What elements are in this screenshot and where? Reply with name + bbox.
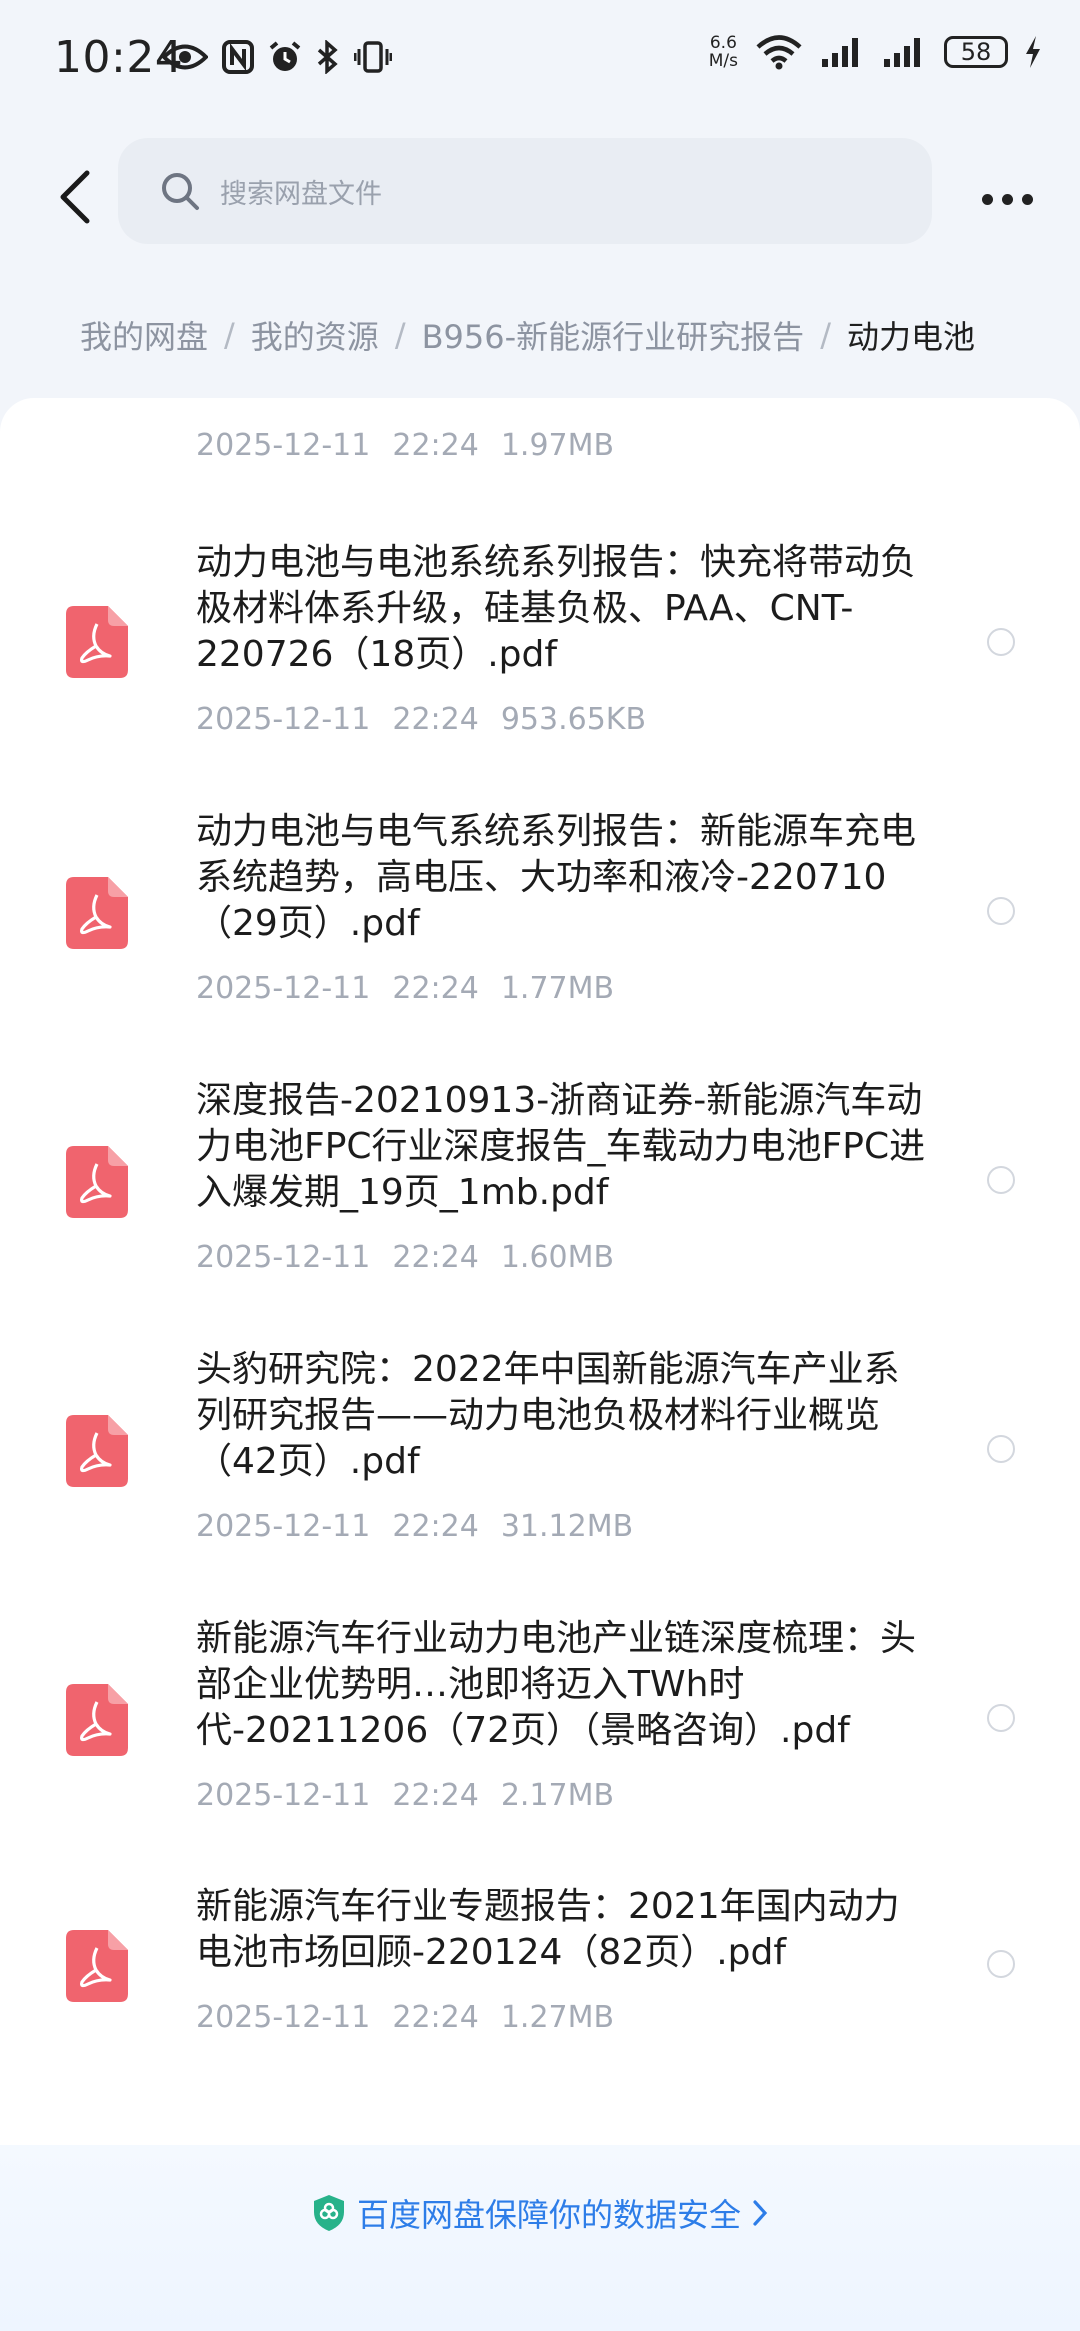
file-name: 动力电池与电池系统系列报告：快充将带动负极材料体系升级，硅基负极、PAA、CNT… (196, 542, 917, 675)
signal-icon (822, 38, 858, 67)
status-icons-left (162, 40, 392, 74)
breadcrumb-current: 动力电池 (846, 318, 975, 356)
pdf-file-icon (66, 877, 128, 949)
more-options-button[interactable] (970, 164, 1044, 234)
back-button[interactable] (40, 162, 110, 232)
search-input[interactable]: 搜索网盘文件 (118, 138, 932, 244)
top-bar: 搜索网盘文件 (0, 124, 1080, 274)
charging-icon (1026, 36, 1040, 68)
file-row[interactable]: 深度报告-20210913-浙商证券-新能源汽车动力电池FPC行业深度报告_车载… (0, 1078, 1080, 1288)
breadcrumb-separator: / (394, 316, 406, 354)
file-row[interactable]: 动力电池与电池系统系列报告：快充将带动负极材料体系升级，硅基负极、PAA、CNT… (0, 540, 1080, 750)
file-row[interactable]: 头豹研究院：2022年中国新能源汽车产业系列研究报告——动力电池负极材料行业概览… (0, 1347, 1080, 1557)
file-name: 深度报告-20210913-浙商证券-新能源汽车动力电池FPC行业深度报告_车载… (196, 1080, 926, 1213)
file-list: 2025-12-11 22:24 1.97MB 动力电池与电池系统系列报告：快充将带… (0, 398, 1080, 2188)
file-name: 动力电池与电气系统系列报告：新能源车充电系统趋势，高电压、大功率和液冷-2207… (196, 811, 917, 944)
file-row[interactable]: 新能源汽车行业动力电池产业链深度梳理：头部企业优势明…池即将迈入TWh时代-20… (0, 1616, 1080, 1826)
select-checkbox[interactable] (987, 1950, 1015, 1978)
breadcrumb-separator: / (224, 316, 235, 354)
select-checkbox[interactable] (987, 1166, 1015, 1194)
breadcrumb-item-my-resources[interactable]: 我的资源 (251, 312, 379, 358)
breadcrumb-item-my-drive[interactable]: 我的网盘 (80, 312, 208, 358)
file-meta: 2025-12-11 22:24 1.77MB (196, 971, 615, 1006)
breadcrumb-item-report-folder[interactable]: B956-新能源行业研究报告 (422, 312, 805, 358)
dot (981, 193, 993, 205)
file-name: 新能源汽车行业动力电池产业链深度梳理：头部企业优势明…池即将迈入TWh时代-20… (196, 1618, 917, 1751)
search-placeholder: 搜索网盘文件 (220, 178, 382, 210)
file-row[interactable]: 新能源汽车行业专题报告：2021年国内动力电池市场回顾-220124（82页）.… (0, 1884, 1080, 2054)
file-name: 头豹研究院：2022年中国新能源汽车产业系列研究报告——动力电池负极材料行业概览… (196, 1349, 900, 1482)
file-meta: 2025-12-11 22:24 1.27MB (196, 2000, 615, 2035)
select-checkbox[interactable] (987, 628, 1015, 656)
wifi-icon (756, 35, 802, 70)
pdf-file-icon (66, 1684, 128, 1756)
battery-indicator: 58 (944, 36, 1008, 68)
nfc-icon (222, 40, 254, 74)
alarm-icon (269, 41, 301, 71)
file-meta: 2025-12-11 22:24 1.97MB (196, 428, 615, 463)
select-checkbox[interactable] (987, 1435, 1015, 1463)
security-link[interactable]: 百度网盘保障你的数据安全 (311, 2191, 769, 2235)
vibrate-icon (354, 41, 392, 73)
shield-icon (313, 2195, 344, 2231)
security-text: 百度网盘保障你的数据安全 (356, 2196, 741, 2234)
file-row[interactable]: 2025-12-11 22:24 1.97MB (0, 398, 1080, 478)
file-meta: 2025-12-11 22:24 31.12MB (196, 1509, 634, 1544)
pdf-file-icon (66, 1146, 128, 1218)
select-checkbox[interactable] (987, 1704, 1015, 1732)
file-meta: 2025-12-11 22:24 953.65KB (196, 702, 647, 737)
dot (1021, 193, 1033, 205)
signal-icon (884, 38, 920, 67)
dot (1001, 193, 1013, 205)
network-speed: 6.6 M/s (708, 33, 738, 71)
security-banner: 百度网盘保障你的数据安全 (0, 2145, 1080, 2331)
select-checkbox[interactable] (987, 897, 1015, 925)
breadcrumb: 我的网盘 / 我的资源 / B956-新能源行业研究报告 / 动力电池 (80, 310, 975, 360)
breadcrumb-separator: / (820, 316, 831, 354)
file-row[interactable]: 动力电池与电气系统系列报告：新能源车充电系统趋势，高电压、大功率和液冷-2207… (0, 809, 1080, 1019)
chevron-left-icon (60, 170, 90, 224)
search-icon (160, 171, 200, 211)
status-icons-right: 6.6 M/s 58 (709, 34, 1042, 70)
chevron-right-icon (753, 2200, 768, 2226)
bluetooth-icon (317, 40, 338, 74)
pdf-file-icon (66, 1415, 128, 1487)
eye-icon (162, 44, 208, 70)
pdf-file-icon (66, 1930, 128, 2002)
file-meta: 2025-12-11 22:24 1.60MB (196, 1240, 615, 1275)
file-meta: 2025-12-11 22:24 2.17MB (196, 1778, 615, 1813)
pdf-file-icon (66, 606, 128, 678)
file-name: 新能源汽车行业专题报告：2021年国内动力电池市场回顾-220124（82页）.… (196, 1886, 900, 1973)
status-bar: 10:24 6.6 M/s 58 (0, 0, 1080, 124)
